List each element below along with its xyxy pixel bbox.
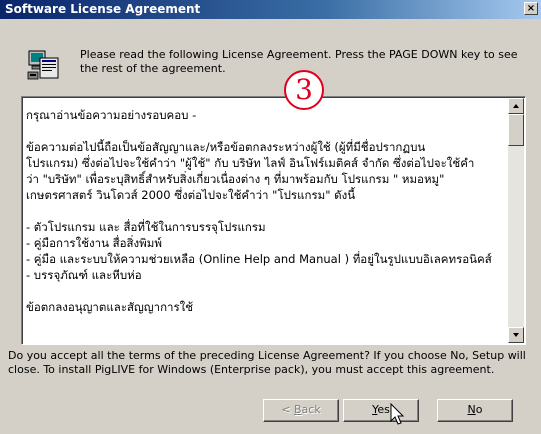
scroll-down-button[interactable] — [508, 327, 524, 343]
no-label-rest: o — [475, 403, 483, 416]
step-number-badge: 3 — [284, 70, 324, 110]
accept-question: Do you accept all the terms of the prece… — [8, 349, 526, 376]
back-hotkey: B — [294, 403, 302, 416]
arrow-up-icon — [513, 104, 519, 108]
yes-button[interactable]: Yes — [343, 399, 419, 422]
license-line — [26, 283, 506, 299]
license-line: ว่า "บริษัท" เพื่อระบุสิทธิ์สำหรับสิ่งเก… — [26, 172, 445, 186]
license-line: ข้อตกลงอนุญาตและสัญญาการใช้ — [26, 300, 194, 314]
window-title: Software License Agreement — [5, 2, 201, 16]
license-line: โปรแกรม) ซึ่งต่อไปจะใช้คำว่า "ผู้ใช้" กั… — [26, 156, 475, 170]
arrow-down-icon — [513, 333, 519, 337]
back-button[interactable]: < Back — [263, 399, 339, 422]
license-line: เกษตรศาสตร์ วินโดวส์ 2000 ซึ่งต่อไปจะใช้… — [26, 188, 356, 202]
license-line: - คู่มือ และระบบให้ความช่วยเหลือ (Online… — [26, 252, 492, 266]
license-text-area[interactable]: กรุณาอ่านข้อความอย่างรอบคอบ - ข้อความต่อ… — [21, 96, 526, 345]
scroll-thumb[interactable] — [508, 114, 524, 146]
mouse-cursor-icon — [390, 403, 405, 425]
back-label-rest: ack — [301, 403, 321, 416]
scroll-up-button[interactable] — [508, 98, 524, 114]
license-line — [26, 203, 506, 219]
license-line — [26, 123, 506, 139]
no-button[interactable]: No — [437, 399, 513, 422]
license-line: - ตัวโปรแกรม และ สื่อที่ใช้ในการบรรจุโปร… — [26, 220, 266, 234]
yes-label-rest: es — [377, 403, 390, 416]
vertical-scrollbar[interactable] — [508, 98, 524, 343]
close-button[interactable]: × — [524, 2, 538, 15]
license-line: - คู่มือการใช้งาน สื่อสิ่งพิมพ์ — [26, 236, 162, 250]
setup-computer-icon — [27, 50, 59, 80]
license-text[interactable]: กรุณาอ่านข้อความอย่างรอบคอบ - ข้อความต่อ… — [26, 107, 506, 339]
license-line: กรุณาอ่านข้อความอย่างรอบคอบ - — [26, 108, 197, 122]
back-prefix: < — [281, 403, 294, 416]
license-line: ข้อความต่อไปนี้ถือเป็นข้อสัญญาและ/หรือข้… — [26, 140, 426, 154]
title-bar[interactable]: Software License Agreement × — [0, 0, 541, 19]
license-line: - บรรจุภัณฑ์ และหีบห่อ — [26, 268, 142, 282]
no-hotkey: N — [467, 403, 476, 416]
